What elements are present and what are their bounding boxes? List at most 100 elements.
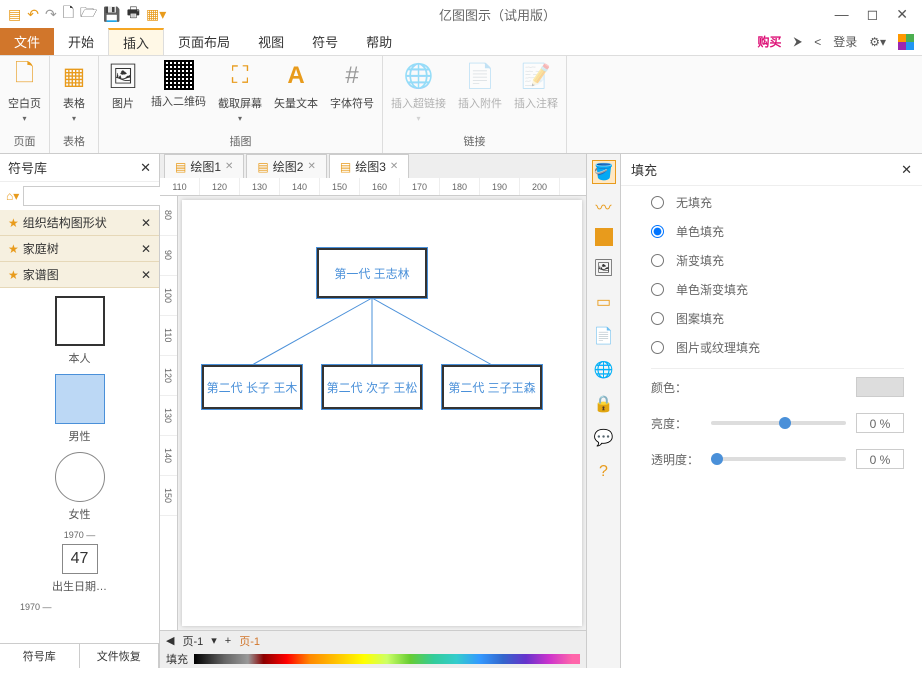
ribbon-group-illustration: 🖼图片 插入二维码 ⛶截取屏幕▾ A矢量文本 #字体符号 插图 bbox=[99, 56, 383, 153]
vector-text-button[interactable]: A矢量文本 bbox=[274, 60, 318, 131]
node-gen2-2[interactable]: 第二代 次子 王松 bbox=[322, 365, 422, 409]
node-gen2-1[interactable]: 第二代 长子 王木 bbox=[202, 365, 302, 409]
category-orgchart[interactable]: ★组织结构图形状✕ bbox=[0, 210, 159, 236]
shape-male[interactable]: 男性 bbox=[55, 374, 105, 444]
menu-help[interactable]: 帮助 bbox=[352, 28, 406, 55]
font-symbol-button[interactable]: #字体符号 bbox=[330, 60, 374, 131]
image-button[interactable]: 🖼图片 bbox=[107, 60, 139, 131]
page-label-2: 页-1 bbox=[239, 633, 260, 649]
symbol-library-title: 符号库 bbox=[8, 158, 47, 177]
radio-no-fill[interactable] bbox=[651, 196, 664, 209]
globe-tool-icon[interactable]: 🌐 bbox=[592, 358, 616, 382]
ribbon: 🗋 空白页 ▾ 页面 ▦ 表格 ▾ 表格 🖼图片 插入二维码 ⛶截取屏幕▾ A矢… bbox=[0, 56, 922, 154]
screenshot-button[interactable]: ⛶截取屏幕▾ bbox=[218, 60, 262, 131]
radio-gradient-fill[interactable] bbox=[651, 254, 664, 267]
add-page-icon[interactable]: + bbox=[225, 635, 231, 647]
radio-solid-fill[interactable] bbox=[651, 225, 664, 238]
tab-drawing3[interactable]: ▤绘图3✕ bbox=[329, 154, 409, 178]
share-icon[interactable]: ⮞ bbox=[794, 34, 803, 49]
export-icon[interactable]: ▦▾ bbox=[146, 6, 166, 23]
save-icon[interactable]: 💾 bbox=[103, 6, 120, 23]
close-icon[interactable]: ✕ bbox=[896, 6, 908, 23]
menu-symbol[interactable]: 符号 bbox=[298, 28, 352, 55]
opacity-value[interactable]: 0 % bbox=[856, 449, 904, 469]
app-icon: ▤ bbox=[8, 6, 21, 23]
ruler-horizontal: 110120130140150160170180190200 bbox=[160, 178, 586, 196]
home-icon[interactable]: ⌂▾ bbox=[6, 189, 19, 203]
menubar: 文件 开始 插入 页面布局 视图 符号 帮助 购买 ⮞ < 登录 ⚙▾ bbox=[0, 28, 922, 56]
buy-link[interactable]: 购买 bbox=[757, 33, 781, 50]
left-panel-tabs: 符号库 文件恢复 bbox=[0, 643, 159, 668]
fill-tool-icon[interactable]: 🪣 bbox=[592, 160, 616, 184]
help-tool-icon[interactable]: ? bbox=[592, 460, 616, 484]
picture-tool-icon[interactable]: 🖼 bbox=[592, 256, 616, 280]
page-nav-down[interactable]: ▾ bbox=[211, 634, 217, 647]
menu-view[interactable]: 视图 bbox=[244, 28, 298, 55]
page-nav-left[interactable]: ◀ bbox=[166, 634, 174, 647]
blank-page-button[interactable]: 🗋 空白页 ▾ bbox=[8, 60, 41, 131]
ribbon-group-link: 🌐插入超链接▾ 📄插入附件 📝插入注释 链接 bbox=[383, 56, 567, 153]
hyperlink-button[interactable]: 🌐插入超链接▾ bbox=[391, 60, 446, 131]
window-controls: — ◻ ✕ bbox=[821, 6, 922, 23]
tab-drawing2[interactable]: ▤绘图2✕ bbox=[246, 154, 326, 178]
canvas[interactable]: 第一代 王志林 第二代 长子 王木 第二代 次子 王松 第二代 三子王森 bbox=[182, 200, 582, 626]
ruler-vertical: 8090100110120130140150 bbox=[160, 196, 178, 630]
menu-start[interactable]: 开始 bbox=[54, 28, 108, 55]
redo-icon[interactable]: ↷ bbox=[45, 6, 57, 23]
brightness-slider[interactable] bbox=[711, 421, 846, 425]
brightness-value[interactable]: 0 % bbox=[856, 413, 904, 433]
category-genealogy[interactable]: ★家谱图✕ bbox=[0, 262, 159, 288]
open-icon[interactable]: 🗁 bbox=[80, 2, 97, 26]
radio-pattern-fill[interactable] bbox=[651, 312, 664, 325]
node-gen1[interactable]: 第一代 王志林 bbox=[317, 248, 427, 298]
menu-insert[interactable]: 插入 bbox=[108, 28, 164, 55]
color-swatch[interactable] bbox=[856, 377, 904, 397]
line-tool-icon[interactable]: 〰 bbox=[592, 194, 616, 218]
attachment-button[interactable]: 📄插入附件 bbox=[458, 60, 502, 131]
ribbon-group-page: 🗋 空白页 ▾ 页面 bbox=[0, 56, 50, 153]
shape-self[interactable]: 本人 bbox=[55, 296, 105, 366]
opacity-slider[interactable] bbox=[711, 457, 846, 461]
undo-icon[interactable]: ↶ bbox=[27, 6, 39, 23]
gear-icon[interactable]: ⚙▾ bbox=[869, 35, 886, 49]
symbol-library-panel: 符号库✕ ⌂▾ 🔍 ★组织结构图形状✕ ★家庭树✕ ★家谱图✕ 本人 男性 女性… bbox=[0, 154, 160, 668]
category-familytree[interactable]: ★家庭树✕ bbox=[0, 236, 159, 262]
page-bar: ◀ 页-1 ▾ + 页-1 bbox=[160, 630, 586, 650]
fill-panel: 填充✕ 无填充 单色填充 渐变填充 单色渐变填充 图案填充 图片或纹理填充 颜色… bbox=[620, 154, 922, 668]
annotation-button[interactable]: 📝插入注释 bbox=[514, 60, 558, 131]
protect-tool-icon[interactable]: 🔒 bbox=[592, 392, 616, 416]
titlebar: ▤ ↶ ↷ 🗋 🗁 💾 🖶 ▦▾ 亿图图示（试用版） — ◻ ✕ bbox=[0, 0, 922, 28]
close-panel-icon[interactable]: ✕ bbox=[140, 160, 151, 176]
canvas-area: ▤绘图1✕ ▤绘图2✕ ▤绘图3✕ 1101201301401501601701… bbox=[160, 154, 586, 668]
color-strip[interactable] bbox=[194, 654, 580, 664]
shape-birthdate[interactable]: 1970 — 47 出生日期… bbox=[52, 530, 107, 594]
minimize-icon[interactable]: — bbox=[835, 6, 849, 23]
page-label[interactable]: 页-1 bbox=[182, 633, 203, 649]
table-button[interactable]: ▦ 表格 ▾ bbox=[58, 60, 90, 131]
quick-access: ▤ ↶ ↷ 🗋 🗁 💾 🖶 ▦▾ bbox=[0, 2, 174, 26]
ribbon-group-table: ▦ 表格 ▾ 表格 bbox=[50, 56, 99, 153]
print-icon[interactable]: 🖶 bbox=[127, 2, 140, 26]
maximize-icon[interactable]: ◻ bbox=[867, 6, 879, 23]
text-tool-icon[interactable]: 📄 bbox=[592, 324, 616, 348]
shapes-list: 本人 男性 女性 1970 — 47 出生日期… 1970 — bbox=[0, 288, 159, 643]
tab-drawing1[interactable]: ▤绘图1✕ bbox=[164, 154, 244, 178]
qrcode-button[interactable]: 插入二维码 bbox=[151, 60, 206, 131]
logo-icon bbox=[898, 34, 914, 50]
layer-tool-icon[interactable]: ▭ bbox=[592, 290, 616, 314]
right-tools: 🪣 〰 🖼 ▭ 📄 🌐 🔒 💬 ? bbox=[586, 154, 620, 668]
shadow-tool-icon[interactable] bbox=[595, 228, 613, 246]
tab-file-recovery[interactable]: 文件恢复 bbox=[80, 644, 160, 668]
node-gen2-3[interactable]: 第二代 三子王森 bbox=[442, 365, 542, 409]
radio-texture-fill[interactable] bbox=[651, 341, 664, 354]
new-icon[interactable]: 🗋 bbox=[63, 2, 74, 26]
share2-icon[interactable]: < bbox=[814, 35, 821, 49]
login-link[interactable]: 登录 bbox=[833, 33, 857, 50]
tab-symbol-lib[interactable]: 符号库 bbox=[0, 644, 80, 668]
radio-mono-gradient-fill[interactable] bbox=[651, 283, 664, 296]
shape-female[interactable]: 女性 bbox=[55, 452, 105, 522]
comment-tool-icon[interactable]: 💬 bbox=[592, 426, 616, 450]
menu-file[interactable]: 文件 bbox=[0, 28, 54, 55]
close-fill-panel-icon[interactable]: ✕ bbox=[901, 162, 912, 178]
menu-layout[interactable]: 页面布局 bbox=[164, 28, 244, 55]
